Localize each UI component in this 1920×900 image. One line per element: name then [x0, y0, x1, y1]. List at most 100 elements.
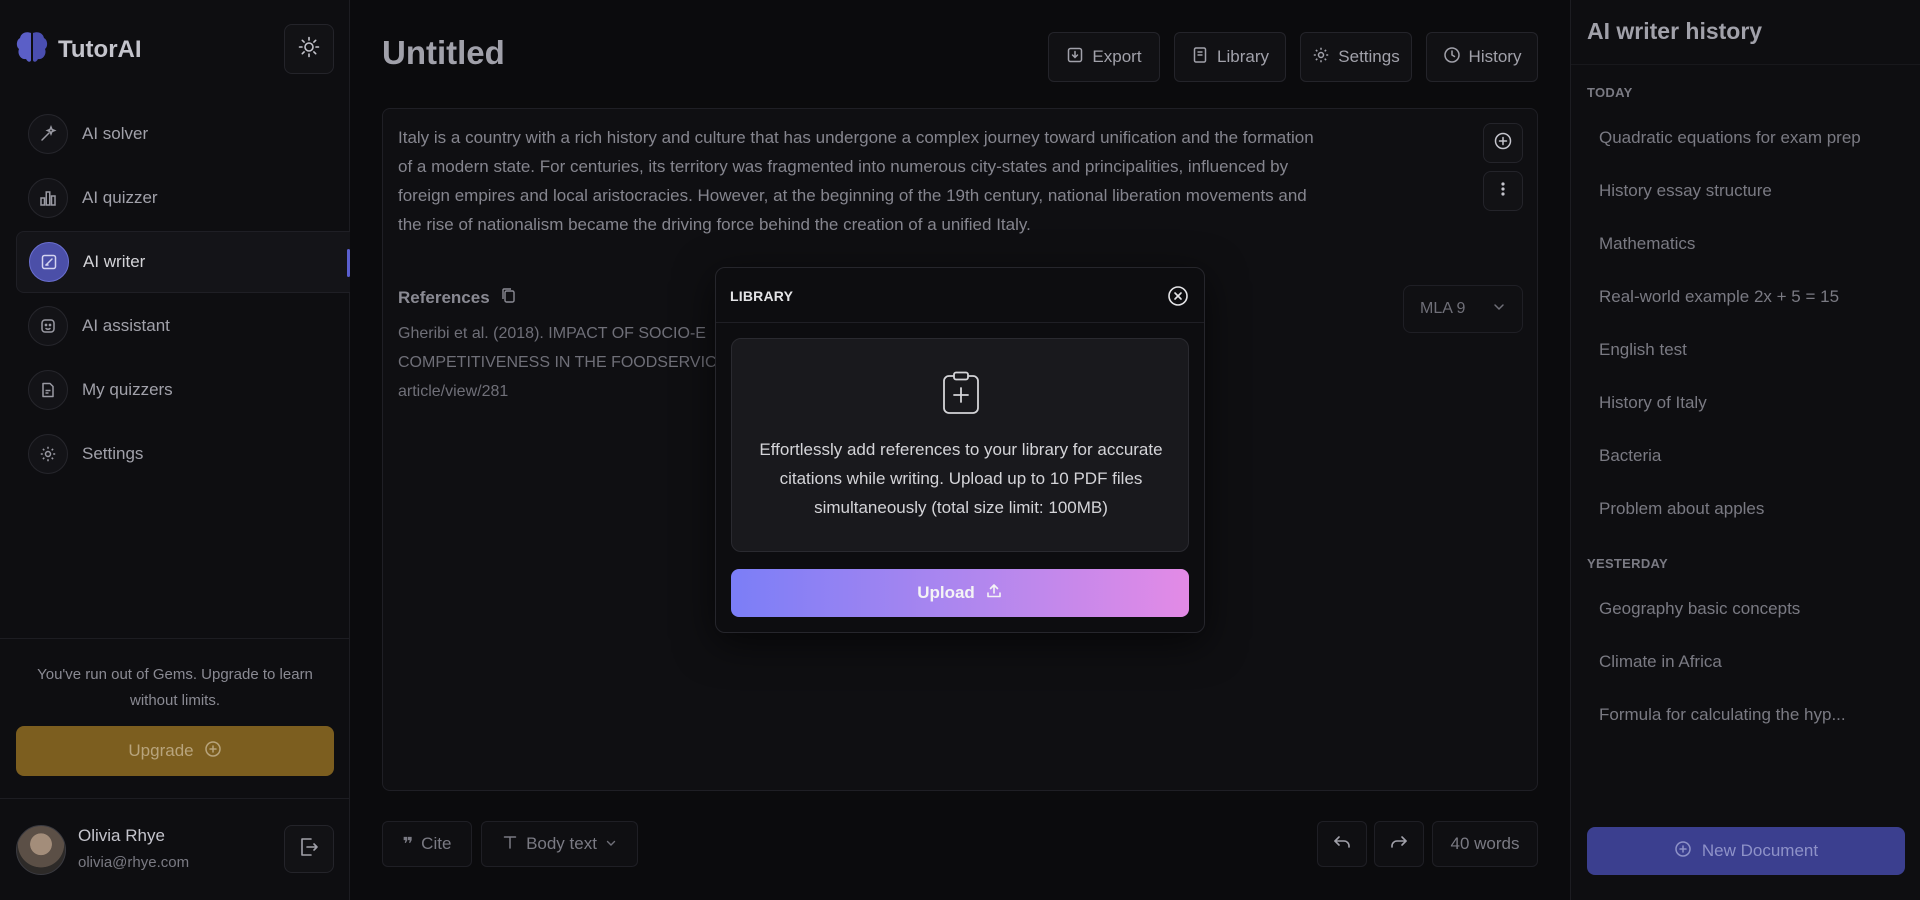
sidebar-item-my-quizzers[interactable]: My quizzers — [16, 359, 350, 421]
theme-toggle-button[interactable] — [284, 24, 334, 74]
upgrade-label: Upgrade — [128, 741, 194, 760]
robot-face-icon — [28, 306, 68, 346]
references-heading: References — [398, 287, 517, 309]
history-item[interactable]: History essay structure — [1599, 181, 1899, 201]
history-item[interactable]: Geography basic concepts — [1599, 599, 1899, 619]
more-vertical-icon — [1493, 179, 1513, 204]
redo-button[interactable] — [1374, 821, 1424, 867]
modal-title: LIBRARY — [730, 288, 794, 304]
history-item[interactable]: Quadratic equations for exam prep — [1599, 128, 1899, 148]
reference-line: article/view/281 — [398, 383, 509, 400]
add-block-button[interactable] — [1483, 123, 1523, 163]
sidebar-item-label: AI solver — [82, 124, 149, 143]
new-document-button[interactable]: New Document — [1587, 827, 1905, 875]
library-button[interactable]: Library — [1174, 32, 1286, 82]
brand[interactable]: TutorAI — [16, 30, 142, 69]
undo-icon — [1332, 832, 1352, 857]
cite-label: Cite — [421, 834, 452, 853]
gear-icon — [1312, 46, 1330, 69]
sidebar-divider — [0, 798, 350, 799]
plus-circle-icon — [204, 740, 222, 763]
more-options-button[interactable] — [1483, 171, 1523, 211]
cite-button[interactable]: ❞ Cite — [382, 821, 472, 867]
history-item[interactable]: Mathematics — [1599, 234, 1899, 254]
yesterday-label: YESTERDAY — [1587, 556, 1668, 571]
logout-button[interactable] — [284, 825, 334, 873]
sidebar-item-ai-writer[interactable]: AI writer — [16, 231, 350, 293]
history-item[interactable]: Bacteria — [1599, 446, 1899, 466]
history-item[interactable]: Formula for calculating the hyp... — [1599, 705, 1899, 725]
history-item[interactable]: Climate in Africa — [1599, 652, 1899, 672]
reference-line: Gheribi et al. (2018). IMPACT OF SOCIO-E — [398, 325, 706, 342]
text-type-icon — [502, 834, 518, 855]
sidebar-item-label: AI quizzer — [82, 188, 158, 207]
brain-icon — [16, 30, 48, 69]
library-label: Library — [1217, 47, 1269, 66]
sidebar-item-label: Settings — [82, 444, 144, 463]
edit-document-icon — [29, 242, 69, 282]
history-panel: AI writer history TODAY Quadratic equati… — [1570, 0, 1920, 900]
history-item[interactable]: English test — [1599, 340, 1899, 360]
sidebar-item-label: AI assistant — [82, 316, 170, 335]
gear-icon — [28, 434, 68, 474]
bar-chart-icon — [28, 178, 68, 218]
user-name: Olivia Rhye — [78, 826, 165, 845]
modal-divider — [716, 322, 1204, 323]
chevron-down-icon — [605, 834, 617, 854]
sidebar-item-settings[interactable]: Settings — [16, 423, 350, 485]
word-count: 40 words — [1432, 821, 1538, 867]
reference-entry[interactable]: Gheribi et al. (2018). IMPACT OF SOCIO-E… — [398, 319, 728, 406]
history-button[interactable]: History — [1426, 32, 1538, 82]
history-item[interactable]: Problem about apples — [1599, 499, 1899, 519]
export-label: Export — [1092, 47, 1142, 66]
redo-icon — [1389, 832, 1409, 857]
undo-button[interactable] — [1317, 821, 1367, 867]
dropzone-description: Effortlessly add references to your libr… — [759, 440, 1163, 517]
library-modal: LIBRARY Effortlessly add references to y… — [715, 267, 1205, 633]
history-label: History — [1468, 47, 1522, 66]
clock-icon — [1443, 46, 1461, 69]
upload-icon — [985, 582, 1003, 605]
copy-icon[interactable] — [500, 287, 517, 309]
chevron-down-icon — [1492, 300, 1506, 319]
text-style-value: Body text — [526, 834, 597, 853]
reference-line: COMPETITIVENESS IN THE FOODSERVICE IN — [398, 354, 728, 371]
sidebar-item-label: My quizzers — [82, 380, 173, 399]
history-divider — [1571, 64, 1920, 65]
upgrade-button[interactable]: Upgrade — [16, 726, 334, 776]
sidebar-nav: AI solver AI quizzer AI writer AI assist… — [16, 103, 350, 487]
references-label: References — [398, 288, 490, 307]
sidebar-item-ai-assistant[interactable]: AI assistant — [16, 295, 350, 357]
plus-circle-icon — [1493, 131, 1513, 156]
brand-name: TutorAI — [58, 35, 142, 63]
settings-label: Settings — [1338, 47, 1400, 66]
user-email: olivia@rhye.com — [78, 854, 190, 871]
sidebar-item-ai-quizzer[interactable]: AI quizzer — [16, 167, 350, 229]
logout-icon — [298, 836, 320, 863]
sparkle-tool-icon — [28, 114, 68, 154]
history-item[interactable]: Real-world example 2x + 5 = 15 — [1599, 287, 1899, 307]
app-window: TutorAI AI solver AI quizzer AI writer A… — [0, 0, 1920, 900]
citation-style-value: MLA 9 — [1420, 300, 1466, 317]
export-button[interactable]: Export — [1048, 32, 1160, 82]
sun-icon — [298, 36, 320, 63]
sidebar-item-label: AI writer — [83, 252, 146, 271]
book-icon — [1191, 46, 1209, 69]
citation-style-select[interactable]: MLA 9 — [1403, 285, 1523, 333]
document-title[interactable]: Untitled — [382, 34, 505, 72]
history-item[interactable]: History of Italy — [1599, 393, 1899, 413]
upload-button[interactable]: Upload — [731, 569, 1189, 617]
history-title: AI writer history — [1587, 18, 1763, 44]
document-body[interactable]: Italy is a country with a rich history a… — [398, 123, 1328, 239]
close-circle-icon[interactable] — [1167, 285, 1189, 307]
sidebar: TutorAI AI solver AI quizzer AI writer A… — [0, 0, 350, 900]
plus-circle-icon — [1674, 840, 1692, 863]
settings-button[interactable]: Settings — [1300, 32, 1412, 82]
avatar[interactable] — [16, 825, 66, 875]
upload-dropzone[interactable]: Effortlessly add references to your libr… — [731, 338, 1189, 552]
download-icon — [1066, 46, 1084, 69]
sidebar-item-ai-solver[interactable]: AI solver — [16, 103, 350, 165]
upload-label: Upload — [917, 583, 975, 602]
text-style-select[interactable]: Body text — [481, 821, 638, 867]
quote-icon: ❞ — [402, 833, 414, 854]
